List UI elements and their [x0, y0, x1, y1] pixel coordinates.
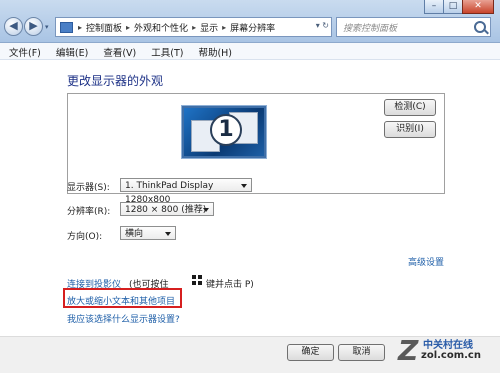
navigation-bar: – □ ✕ ◀ ▶ ▾ ▸ 控制面板 ▸ 外观和个性化 ▸ 显示 ▸ 屏幕分辨率…: [0, 0, 500, 43]
page-title: 更改显示器的外观: [67, 74, 164, 88]
breadcrumb-separator-icon[interactable]: ▸: [126, 23, 130, 32]
maximize-button[interactable]: □: [443, 0, 463, 14]
menu-edit[interactable]: 编辑(E): [47, 43, 94, 59]
breadcrumb-appearance[interactable]: 外观和个性化: [134, 21, 188, 34]
history-dropdown-icon[interactable]: ▾: [45, 23, 49, 31]
zol-brand-url: zol.com.cn: [421, 350, 481, 361]
menu-tools[interactable]: 工具(T): [142, 43, 189, 59]
monitor-1-icon[interactable]: 1: [182, 106, 266, 158]
display-select[interactable]: 1. ThinkPad Display 1280x800: [120, 178, 252, 205]
close-button[interactable]: ✕: [462, 0, 494, 14]
menu-help[interactable]: 帮助(H): [189, 43, 238, 59]
screen-resolution-window: – □ ✕ ◀ ▶ ▾ ▸ 控制面板 ▸ 外观和个性化 ▸ 显示 ▸ 屏幕分辨率…: [0, 0, 500, 373]
menu-view[interactable]: 查看(V): [94, 43, 142, 59]
resolution-select-value: 1280 × 800 (推荐): [125, 205, 207, 215]
resolution-select[interactable]: 1280 × 800 (推荐): [120, 202, 214, 216]
display-label: 显示器(S):: [67, 183, 110, 193]
orientation-select-value: 横向: [125, 229, 144, 239]
breadcrumb-screen-resolution[interactable]: 屏幕分辨率: [230, 21, 275, 34]
zol-brand-name: 中关村在线: [423, 340, 473, 351]
breadcrumb-control-panel[interactable]: 控制面板: [86, 21, 122, 34]
detect-button[interactable]: 检测(C): [384, 99, 436, 116]
refresh-icon[interactable]: ▾ ↻: [316, 21, 329, 30]
projector-hint-suffix: 键并点击 P): [206, 280, 254, 290]
breadcrumb-separator-icon[interactable]: ▸: [222, 23, 226, 32]
chevron-down-icon: [241, 184, 247, 188]
orientation-label: 方向(O):: [67, 232, 103, 242]
forward-button[interactable]: ▶: [24, 17, 43, 36]
main-content: 更改显示器的外观 1 检测(C) 识别(I) 显示器(S): 1. ThinkP…: [0, 60, 500, 373]
text-size-link[interactable]: 放大或缩小文本和其他项目: [67, 294, 175, 307]
breadcrumb-separator-icon[interactable]: ▸: [192, 23, 196, 32]
orientation-select[interactable]: 横向: [120, 226, 176, 240]
breadcrumb-display[interactable]: 显示: [200, 21, 218, 34]
ok-button[interactable]: 确定: [287, 344, 334, 361]
monitor-number-badge: 1: [210, 114, 242, 146]
menu-bar: 文件(F) 编辑(E) 查看(V) 工具(T) 帮助(H): [0, 43, 500, 60]
zol-watermark-logo: Z 中关村在线 zol.com.cn: [396, 334, 500, 372]
chevron-down-icon: [203, 208, 209, 212]
resolution-label: 分辨率(R):: [67, 207, 111, 217]
search-placeholder: 搜索控制面板: [343, 24, 398, 34]
search-input[interactable]: 搜索控制面板: [336, 17, 491, 37]
windows-logo-icon: [192, 275, 202, 285]
advanced-settings-link[interactable]: 高级设置: [408, 255, 444, 268]
menu-file[interactable]: 文件(F): [0, 43, 47, 59]
chevron-down-icon: [165, 232, 171, 236]
display-settings-help-link[interactable]: 我应该选择什么显示器设置?: [67, 312, 180, 325]
address-bar[interactable]: ▸ 控制面板 ▸ 外观和个性化 ▸ 显示 ▸ 屏幕分辨率 ▾ ↻: [55, 17, 332, 37]
minimize-button[interactable]: –: [424, 0, 444, 14]
window-controls: – □ ✕: [424, 0, 494, 14]
back-button[interactable]: ◀: [4, 17, 23, 36]
cancel-button[interactable]: 取消: [338, 344, 385, 361]
search-icon[interactable]: [474, 21, 486, 33]
zol-logo-letter: Z: [398, 334, 419, 367]
control-panel-icon: [60, 21, 73, 33]
identify-button[interactable]: 识别(I): [384, 121, 436, 138]
breadcrumb-separator-icon[interactable]: ▸: [78, 23, 82, 32]
